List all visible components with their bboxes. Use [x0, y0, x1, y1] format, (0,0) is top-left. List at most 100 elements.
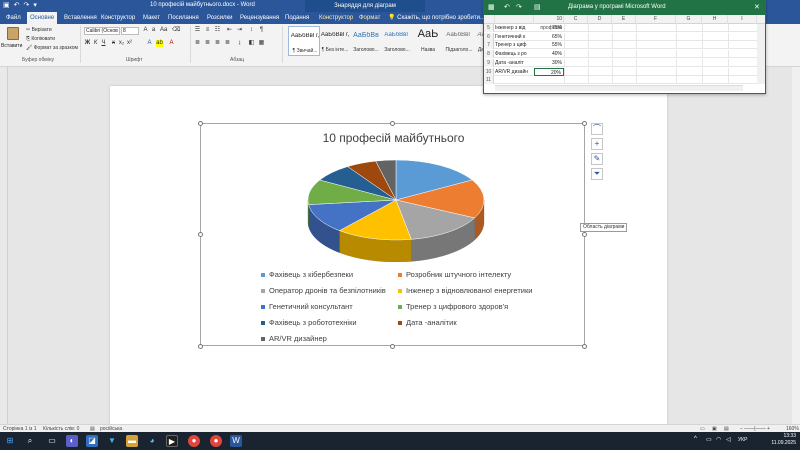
table-row[interactable]: 11: [484, 76, 765, 85]
style-tile-title[interactable]: АаЬ Назва: [412, 26, 444, 56]
wifi-icon[interactable]: ◠: [716, 436, 721, 443]
tray-chevron-icon[interactable]: ^: [694, 436, 697, 442]
cell-category[interactable]: Дата -аналіт: [495, 59, 533, 67]
resize-handle[interactable]: [198, 344, 203, 349]
table-row[interactable]: 8 Фахівець з ро 40%: [484, 50, 765, 59]
cell-value[interactable]: 40%: [534, 50, 564, 58]
outlook-icon[interactable]: ◪: [86, 435, 98, 447]
column-d-header[interactable]: D: [588, 15, 612, 24]
legend-entry[interactable]: Оператор дронів та безпілотників: [261, 286, 386, 295]
cell-category[interactable]: Генетичний к: [495, 33, 533, 41]
table-row[interactable]: 6 Генетичний к 65%: [484, 32, 765, 41]
table-row[interactable]: 7 Тренер з циф 55%: [484, 41, 765, 50]
customize-icon[interactable]: ▾: [33, 1, 37, 11]
highlight-icon[interactable]: ab: [156, 40, 163, 47]
chart-legend[interactable]: Фахівець з кібербезпеки Розробник штучног…: [261, 270, 561, 343]
cell-value[interactable]: 55%: [534, 41, 564, 49]
resize-handle[interactable]: [390, 121, 395, 126]
tab-chart-design[interactable]: Конструктор: [316, 12, 356, 24]
justify-icon[interactable]: ≣: [224, 40, 231, 47]
legend-entry[interactable]: Інженер з відновлюваної енергетики: [398, 286, 532, 295]
cell-category[interactable]: AR/VR дизайн: [495, 68, 533, 76]
cell-value[interactable]: 30%: [534, 59, 564, 67]
tab-insert[interactable]: Вставлення: [61, 12, 100, 24]
layout-options-icon[interactable]: ⌒: [591, 123, 603, 135]
style-tile-subtitle[interactable]: АаБбВвГ Підзаголо...: [443, 26, 475, 56]
column-c-header[interactable]: C: [564, 15, 588, 24]
chart-filters-icon[interactable]: ⏷: [591, 168, 603, 180]
row-number[interactable]: 7: [484, 41, 494, 50]
tab-chart-format[interactable]: Формат: [356, 12, 383, 24]
volume-icon[interactable]: ◁: [726, 436, 731, 443]
keyboard-language[interactable]: УКР: [738, 437, 747, 443]
style-tile-no-spacing[interactable]: АаБбВвГг, ¶ Без інте...: [319, 26, 351, 56]
legend-entry[interactable]: Фахівець з робототехніки: [261, 318, 357, 327]
clear-format-icon[interactable]: ⌫: [172, 27, 180, 34]
undo-icon[interactable]: ↶: [504, 3, 510, 11]
resize-handle[interactable]: [582, 344, 587, 349]
media-app-icon[interactable]: ▶: [166, 435, 178, 447]
font-color-icon[interactable]: A: [168, 40, 175, 47]
edit-in-excel-icon[interactable]: ▤: [534, 3, 541, 11]
select-all-corner[interactable]: [484, 15, 495, 24]
cut-button[interactable]: ✂ Вирізати: [26, 27, 52, 33]
undo-icon[interactable]: ↶: [14, 1, 20, 11]
edge-browser-icon[interactable]: ◕: [146, 435, 158, 447]
change-case-icon[interactable]: Aa: [160, 27, 167, 34]
redo-icon[interactable]: ↷: [516, 3, 522, 11]
superscript-icon[interactable]: x²: [126, 40, 133, 47]
bullets-icon[interactable]: ☰: [194, 27, 201, 34]
decrease-indent-icon[interactable]: ⇤: [226, 27, 233, 34]
sort-icon[interactable]: ↕: [248, 27, 255, 34]
borders-icon[interactable]: ▦: [258, 40, 265, 47]
tab-home[interactable]: Основне: [27, 12, 58, 24]
pie-chart[interactable]: Фахівець з кібербезпекиРозробник штучног…: [301, 152, 491, 262]
column-e-header[interactable]: E: [612, 15, 636, 24]
style-tile-normal[interactable]: АаБбВвГг, ¶ Звичай...: [288, 26, 320, 56]
tab-references[interactable]: Посилання: [165, 12, 202, 24]
widgets-icon[interactable]: ◐: [66, 435, 78, 447]
redo-icon[interactable]: ↷: [24, 1, 30, 11]
multilevel-list-icon[interactable]: ☷: [214, 27, 221, 34]
resize-handle[interactable]: [582, 232, 587, 237]
style-tile-heading-2[interactable]: АаБбВвГ Заголово...: [381, 26, 413, 56]
numbering-icon[interactable]: ≡: [204, 27, 211, 34]
tab-mailings[interactable]: Розсилки: [204, 12, 236, 24]
chart-elements-icon[interactable]: +: [591, 138, 603, 150]
task-view-icon[interactable]: ▭: [46, 435, 58, 447]
app-icon[interactable]: ▼: [106, 435, 118, 447]
table-row[interactable]: 9 Дата -аналіт 30%: [484, 58, 765, 67]
network-icon[interactable]: ▭: [706, 436, 712, 443]
bold-icon[interactable]: Ж: [84, 40, 91, 47]
cell-category[interactable]: [495, 76, 533, 84]
column-b-header-cell[interactable]: 10 професій: [534, 15, 564, 31]
text-effects-icon[interactable]: A: [146, 40, 153, 47]
chart-styles-icon[interactable]: ✎: [591, 153, 603, 165]
cell-category[interactable]: Інженер з від: [495, 24, 533, 32]
increase-indent-icon[interactable]: ⇥: [236, 27, 243, 34]
shrink-font-icon[interactable]: a: [150, 27, 157, 34]
column-a-header[interactable]: [495, 15, 534, 24]
row-number[interactable]: 8: [484, 50, 494, 59]
tab-file[interactable]: Файл: [3, 12, 24, 24]
vertical-scrollbar[interactable]: [792, 67, 800, 424]
italic-icon[interactable]: К: [92, 40, 99, 47]
clock[interactable]: 13:33 11.09.2025: [771, 433, 796, 447]
format-painter-button[interactable]: 🖌 Формат за зразком: [26, 45, 78, 51]
cell-value[interactable]: 75%: [534, 24, 564, 32]
excel-data-window[interactable]: ▦ ↶ ↷ ▤ Діаграма у програмі Microsoft Wo…: [483, 0, 766, 94]
cell-value[interactable]: 20%: [534, 67, 564, 76]
windows-start-icon[interactable]: ⊞: [4, 435, 16, 447]
grow-font-icon[interactable]: A: [142, 27, 149, 34]
tell-me-search[interactable]: 💡 Скажіть, що потрібно зробити...: [388, 12, 485, 24]
cell-value[interactable]: [534, 76, 564, 84]
save-icon[interactable]: ▣: [3, 1, 10, 11]
table-row[interactable]: 10 AR/VR дизайн 20%: [484, 67, 765, 76]
legend-entry[interactable]: Тренер з цифрового здоров'я: [398, 302, 508, 311]
chrome-icon[interactable]: ●: [210, 435, 222, 447]
row-number[interactable]: 6: [484, 32, 494, 41]
search-icon[interactable]: ⌕: [24, 435, 36, 447]
align-center-icon[interactable]: ≣: [204, 40, 211, 47]
column-g-header[interactable]: G: [676, 15, 702, 24]
cell-category[interactable]: Фахівець з ро: [495, 50, 533, 58]
